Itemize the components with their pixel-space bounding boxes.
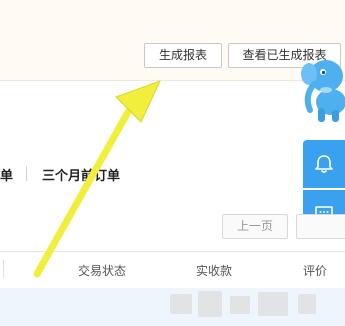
column-header-received: 实收款 [196, 264, 233, 278]
elephant-mascot-icon[interactable] [296, 40, 345, 140]
redacted-block [198, 291, 222, 317]
redacted-block [230, 296, 250, 314]
tab-partial-order[interactable]: 单 [0, 165, 13, 184]
tab-divider [26, 166, 27, 181]
column-divider [3, 260, 4, 278]
generate-report-button[interactable]: 生成报表 [144, 43, 222, 68]
table-row [0, 288, 345, 326]
redacted-block [258, 292, 288, 316]
table-header: 交易状态 实收款 评价 [0, 251, 345, 289]
tab-three-months-ago-orders[interactable]: 三个月前订单 [42, 165, 120, 184]
bell-icon [315, 155, 333, 173]
column-header-rating: 评价 [303, 264, 328, 278]
redacted-block [298, 294, 316, 314]
redacted-block [170, 294, 192, 314]
next-page-button[interactable] [296, 214, 345, 239]
notification-button[interactable] [303, 140, 345, 188]
prev-page-button[interactable]: 上一页 [222, 214, 288, 239]
order-tabs: 单 三个月前订单 [0, 155, 300, 195]
column-header-status: 交易状态 [78, 264, 127, 278]
report-toolbar: 生成报表 查看已生成报表 [0, 0, 345, 81]
